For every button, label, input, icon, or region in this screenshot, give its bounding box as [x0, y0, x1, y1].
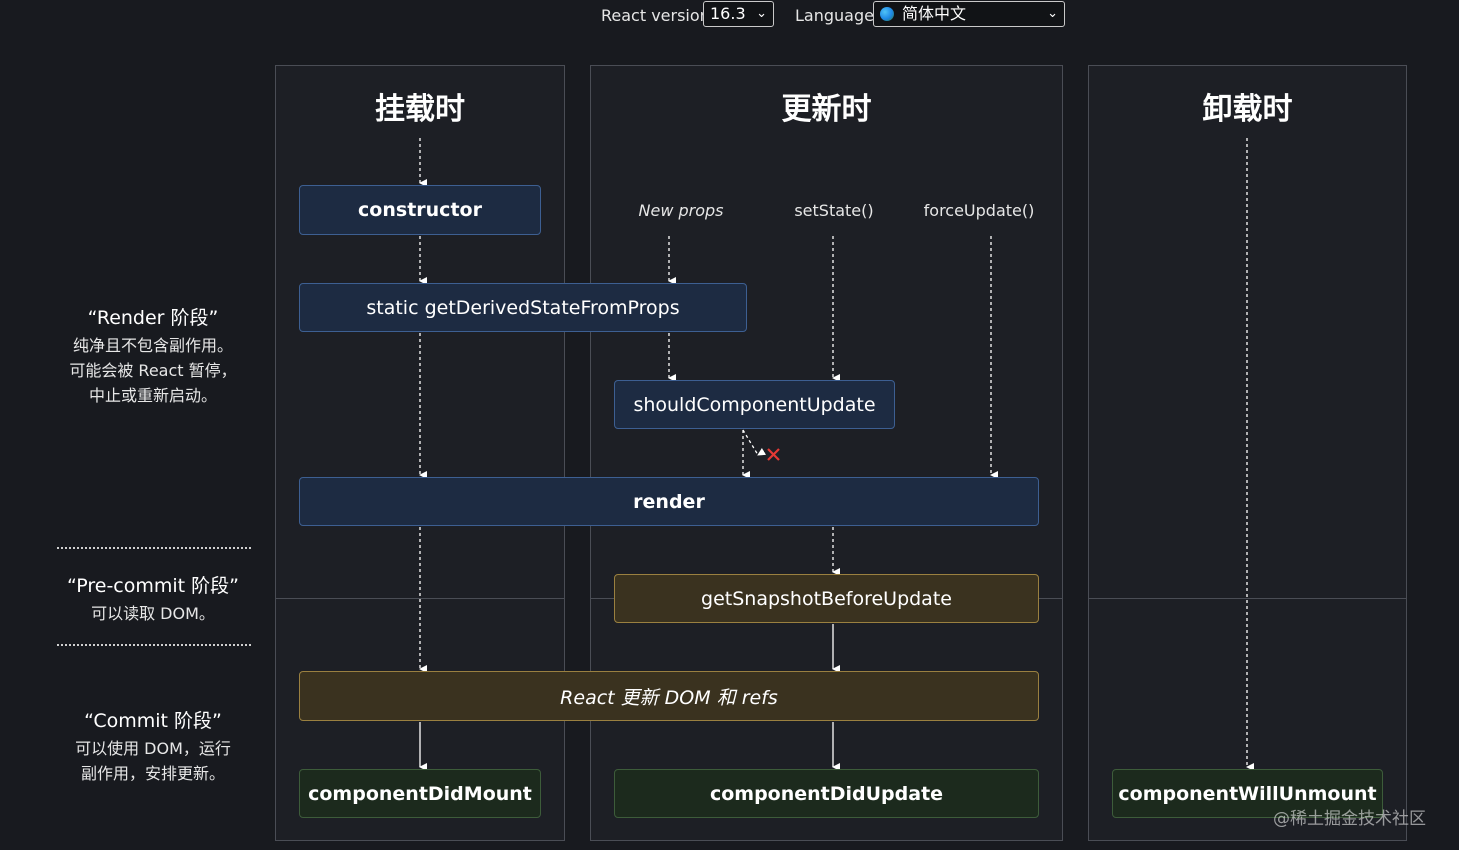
- watermark: @稀土掘金技术社区: [1273, 809, 1426, 829]
- reject-x-icon: [767, 448, 780, 461]
- get-snapshot-before-update-box: getSnapshotBeforeUpdate: [614, 574, 1039, 623]
- should-component-update-box: shouldComponentUpdate: [614, 380, 895, 429]
- react-updates-dom-box: React 更新 DOM 和 refs: [299, 671, 1039, 721]
- arrow: [742, 429, 767, 456]
- render-box: render: [299, 477, 1039, 526]
- component-did-update-box: componentDidUpdate: [614, 769, 1039, 818]
- constructor-box: constructor: [299, 185, 541, 235]
- component-did-mount-box: componentDidMount: [299, 769, 541, 818]
- get-derived-state-from-props-box: static getDerivedStateFromProps: [299, 283, 747, 332]
